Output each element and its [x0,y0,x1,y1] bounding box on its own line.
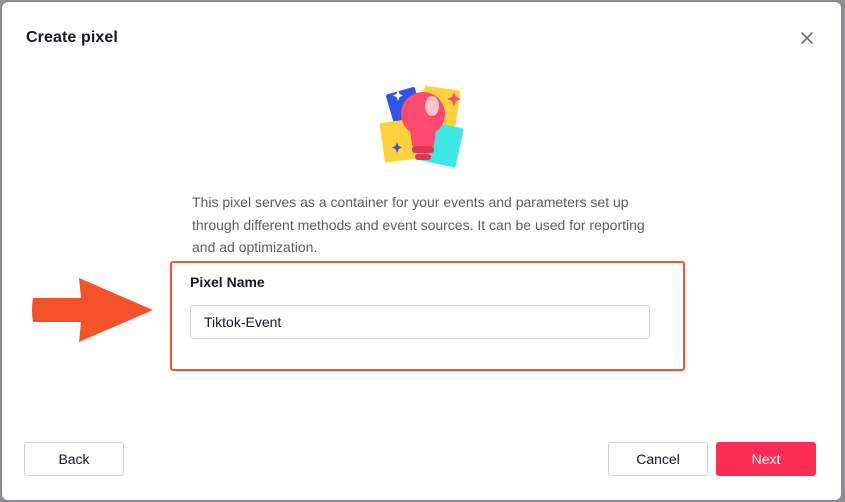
pixel-description: This pixel serves as a container for you… [192,194,645,255]
lightbulb-illustration [379,85,464,168]
next-button[interactable]: Next [716,442,816,476]
back-button[interactable]: Back [24,442,124,476]
create-pixel-dialog: Create pixel This pixel serves as a cont… [2,2,841,500]
dialog-title: Create pixel [26,29,118,46]
pixel-name-label: Pixel Name [190,274,265,290]
close-icon [801,32,813,44]
arrow-right-icon [32,278,153,342]
close-button[interactable] [795,26,819,50]
pixel-name-input[interactable] [190,305,650,339]
cancel-button[interactable]: Cancel [608,442,708,476]
